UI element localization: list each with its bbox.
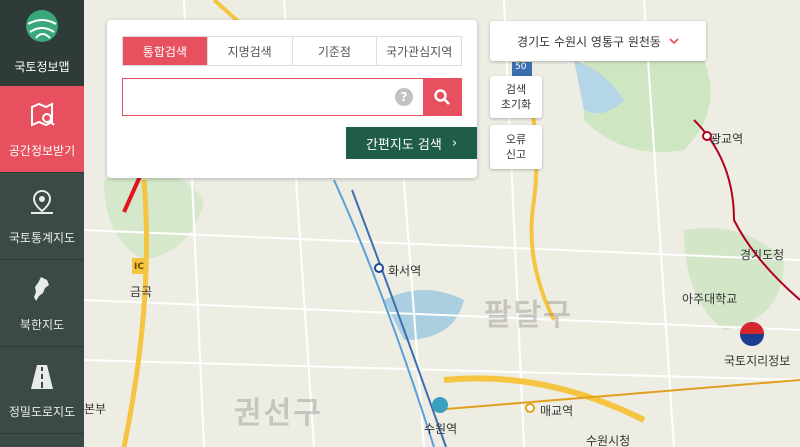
district-label-paldal: 팔달구: [484, 298, 573, 333]
sidebar-item-statistics-map[interactable]: 국토통계지도: [0, 173, 84, 260]
error-report-button[interactable]: 오류 신고: [490, 125, 542, 169]
place-label-gyeonggi: 경기도청: [740, 248, 785, 262]
place-label-ngii: 국토지리정보: [724, 354, 791, 368]
search-icon: [434, 89, 450, 105]
station-label-maegyo: 매교역: [540, 404, 574, 418]
district-label-gwonseon: 권선구: [234, 396, 323, 431]
map-search-icon: [31, 101, 55, 127]
search-button[interactable]: [423, 79, 461, 115]
reset-search-button[interactable]: 검색 초기화: [490, 76, 542, 118]
reset-label-line2: 초기화: [500, 98, 532, 111]
globe-logo-icon: [26, 10, 58, 42]
map-pin-icon: [31, 189, 53, 214]
station-label-suwon: 수원역: [424, 422, 458, 436]
search-input[interactable]: [123, 79, 395, 115]
station-label-gwanggyo: 광교역: [710, 132, 744, 146]
sidebar-logo[interactable]: 국토정보맵: [0, 0, 84, 86]
ic-label: IC: [134, 262, 144, 272]
tab-national-interest-area[interactable]: 국가관심지역: [377, 37, 461, 65]
place-label-bonbu: 본부: [84, 402, 107, 416]
report-label-line1: 오류: [505, 133, 527, 146]
chevron-right-icon: ›: [451, 135, 458, 151]
search-panel: 통합검색 지명검색 기준점 국가관심지역 ? 간편지도 검색 ›: [107, 20, 477, 178]
easy-map-search-label: 간편지도 검색: [365, 137, 442, 153]
sidebar-item-label: 국토통계지도: [8, 230, 76, 245]
sidebar-logo-label: 국토정보맵: [14, 60, 70, 74]
sidebar: 국토정보맵 공간정보받기 국토통계지도 북한지도 정밀도로지도: [0, 0, 84, 447]
tab-reference-point[interactable]: 기준점: [293, 37, 378, 65]
search-box: ?: [122, 78, 462, 116]
reset-label-line1: 검색: [505, 83, 527, 96]
easy-map-search-button[interactable]: 간편지도 검색 ›: [346, 127, 477, 159]
place-label-suwon-city: 수원시청: [586, 434, 631, 447]
road-shield-50: 50: [515, 62, 527, 72]
search-tabs: 통합검색 지명검색 기준점 국가관심지역: [122, 36, 462, 66]
tab-place-name-search[interactable]: 지명검색: [208, 37, 293, 65]
tab-integrated-search[interactable]: 통합검색: [123, 37, 208, 65]
chevron-down-icon: [669, 38, 679, 45]
report-label-line2: 신고: [505, 148, 527, 161]
sidebar-item-north-korea-map[interactable]: 북한지도: [0, 260, 84, 347]
place-label-ajou: 아주대학교: [682, 292, 738, 306]
help-icon[interactable]: ?: [395, 88, 413, 106]
korea-peninsula-icon: [34, 276, 49, 301]
sidebar-item-spatial-download[interactable]: 공간정보받기: [0, 86, 84, 173]
place-label-geumgok: 금곡: [130, 285, 153, 299]
sidebar-item-label: 공간정보받기: [8, 143, 76, 158]
sidebar-item-label: 정밀도로지도: [8, 404, 76, 419]
region-select[interactable]: 경기도 수원시 영통구 원천동: [490, 21, 706, 61]
station-label-hwaseo: 화서역: [388, 264, 422, 278]
sidebar-item-label: 북한지도: [19, 317, 65, 332]
road-icon: [31, 364, 53, 389]
region-select-value: 경기도 수원시 영통구 원천동: [517, 34, 661, 49]
sidebar-item-precise-road-map[interactable]: 정밀도로지도: [0, 347, 84, 434]
